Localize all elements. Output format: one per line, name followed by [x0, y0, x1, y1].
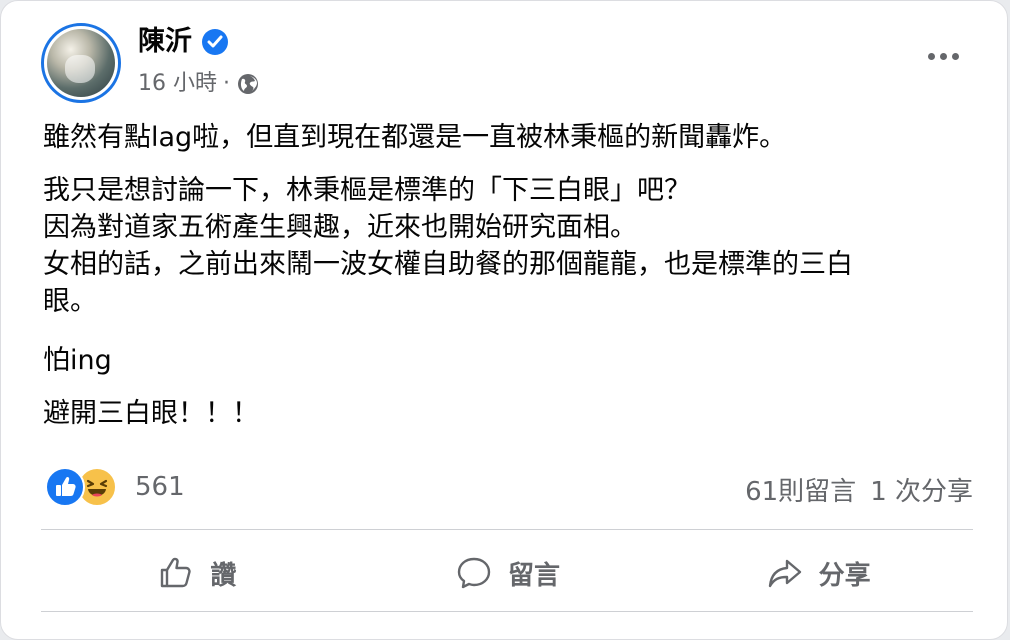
like-label: 讚: [210, 560, 237, 591]
reaction-count: 561: [135, 472, 185, 502]
engagement-stats: 61則留言 1 次分享: [745, 471, 973, 508]
thumbs-up-icon: [161, 557, 191, 588]
dot: [952, 53, 959, 60]
paragraph: 避開三白眼！！！: [43, 398, 259, 429]
action-bar: 讚 留言 分享: [41, 537, 973, 609]
divider: [41, 611, 973, 612]
comment-icon: [457, 557, 491, 589]
paragraph: 因為對道家五術產生興趣，近來也開始研究面相。: [43, 212, 637, 243]
more-options-icon[interactable]: [928, 53, 959, 60]
like-button[interactable]: 讚: [41, 537, 352, 609]
avatar[interactable]: [41, 23, 121, 103]
author-name[interactable]: 陳沂: [138, 25, 192, 59]
divider: [41, 529, 973, 530]
share-label: 分享: [818, 560, 871, 591]
post-body: 雖然有點lag啦，但直到現在都還是一直被林秉樞的新聞轟炸。 我只是想討論一下，林…: [43, 119, 973, 432]
dot: [928, 53, 935, 60]
comment-label: 留言: [508, 560, 561, 591]
dot: [940, 53, 947, 60]
globe-icon[interactable]: [236, 72, 260, 96]
avatar-image: [47, 29, 115, 97]
comment-button[interactable]: 留言: [352, 537, 663, 609]
paragraph: 眼。: [43, 286, 97, 317]
post-card: 陳沂 16 小時 · 雖然有點lag啦，但直到現在都還是一直被林秉樞的新聞轟炸。…: [0, 0, 1008, 640]
share-button[interactable]: 分享: [662, 537, 973, 609]
paragraph: 女相的話，之前出來鬧一波女權自助餐的那個龍龍，也是標準的三白: [43, 249, 853, 280]
paragraph: 我只是想討論一下，林秉樞是標準的「下三白眼」吧？: [43, 175, 691, 206]
paragraph: 雖然有點lag啦，但直到現在都還是一直被林秉樞的新聞轟炸。: [43, 122, 787, 153]
paragraph: 怕ing: [43, 345, 112, 376]
post-meta: 16 小時 ·: [138, 69, 260, 99]
share-count-link[interactable]: 1 次分享: [870, 471, 973, 508]
post-timestamp[interactable]: 16 小時: [138, 69, 217, 99]
like-icon: [45, 467, 85, 507]
verified-badge-icon: [202, 29, 228, 55]
share-icon: [768, 559, 801, 588]
post-header: 陳沂: [138, 25, 228, 59]
comment-count-link[interactable]: 61則留言: [745, 471, 856, 508]
reactions-summary[interactable]: 561: [45, 467, 185, 507]
meta-separator: ·: [223, 71, 230, 96]
